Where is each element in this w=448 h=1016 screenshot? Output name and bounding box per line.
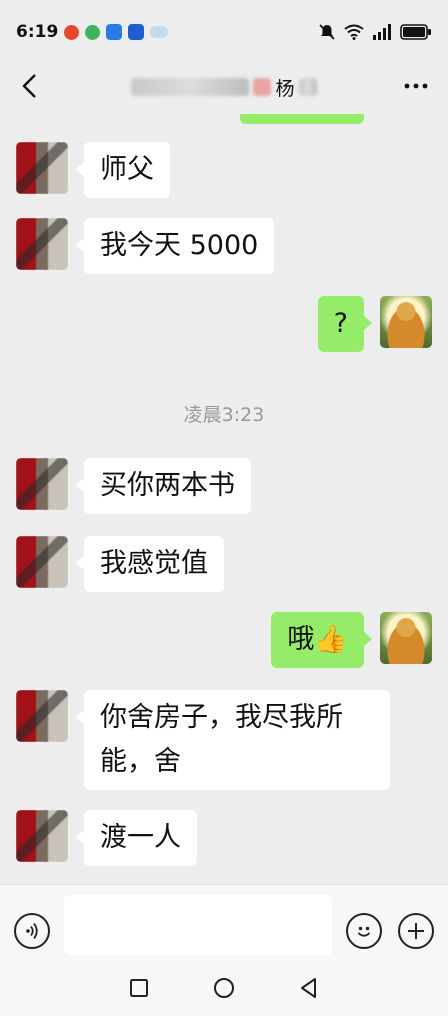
- message-bubble[interactable]: 我今天 5000: [75, 218, 275, 274]
- redacted-mark: [253, 78, 272, 96]
- thumbs-up-emoji-icon: 👍: [314, 624, 348, 655]
- circle-icon: [213, 978, 234, 998]
- message-bubble[interactable]: 师父: [76, 142, 170, 198]
- voice-button[interactable]: [14, 913, 50, 949]
- home-button[interactable]: [210, 974, 238, 1002]
- blue-app-icon: [106, 24, 123, 40]
- chat-title: 杨: [131, 74, 317, 101]
- redacted-tail: [298, 78, 317, 96]
- green-app-icon: [85, 24, 101, 40]
- title-bar: 杨: [0, 60, 448, 114]
- plus-icon: [408, 923, 424, 939]
- avatar[interactable]: [16, 690, 68, 742]
- avatar[interactable]: [16, 810, 68, 862]
- blue-app-icon-2: [128, 24, 145, 40]
- chat-screen: 6:19 杨 师父 我今天 5000 ? 凌晨3:23 买你两本书 我感觉值 哦…: [0, 0, 448, 1016]
- avatar[interactable]: [380, 612, 432, 664]
- avatar[interactable]: [16, 142, 68, 194]
- message-bubble[interactable]: ?: [317, 296, 373, 352]
- message-bubble[interactable]: 哦👍: [271, 612, 372, 668]
- message-text: 哦: [287, 624, 315, 655]
- avatar[interactable]: [380, 296, 432, 348]
- weibo-icon: [64, 24, 80, 40]
- cloud-icon: [150, 26, 169, 38]
- message-list[interactable]: 师父 我今天 5000 ? 凌晨3:23 买你两本书 我感觉值 哦👍 你舍房子，…: [0, 114, 448, 884]
- back-button[interactable]: [14, 70, 46, 102]
- avatar[interactable]: [16, 218, 68, 270]
- partial-sent-bubble: [240, 114, 364, 124]
- square-icon: [129, 979, 148, 997]
- battery-icon: [400, 24, 431, 40]
- avatar[interactable]: [16, 536, 68, 588]
- voice-icon: [26, 922, 38, 940]
- emoji-button[interactable]: [346, 913, 382, 949]
- more-dots-icon: [404, 83, 428, 89]
- nav-back-button[interactable]: [295, 974, 323, 1002]
- status-time: 6:19: [16, 22, 59, 42]
- message-bubble[interactable]: 渡一人: [76, 810, 197, 866]
- signal-icon: [373, 24, 391, 40]
- status-bar: 6:19: [0, 0, 448, 64]
- system-nav-bar: [0, 960, 448, 1016]
- redacted-name: [131, 78, 250, 96]
- input-bar: [0, 884, 448, 960]
- emoji-icon: [357, 926, 371, 937]
- avatar[interactable]: [16, 458, 68, 510]
- status-left: 6:19: [16, 22, 169, 42]
- more-button[interactable]: [398, 70, 434, 102]
- wifi-icon: [344, 24, 364, 40]
- mute-icon: [319, 24, 335, 40]
- title-visible-char: 杨: [275, 77, 295, 100]
- chevron-left-icon: [22, 74, 36, 98]
- message-bubble[interactable]: 你舍房子，我尽我所能，舍: [76, 690, 390, 790]
- message-bubble[interactable]: 买你两本书: [76, 458, 251, 514]
- recents-button[interactable]: [125, 974, 153, 1002]
- timestamp: 凌晨3:23: [183, 404, 265, 426]
- message-bubble[interactable]: 我感觉值: [76, 536, 224, 592]
- status-right: [318, 23, 432, 41]
- more-functions-button[interactable]: [398, 913, 434, 949]
- message-input[interactable]: [64, 895, 332, 955]
- triangle-back-icon: [301, 978, 317, 998]
